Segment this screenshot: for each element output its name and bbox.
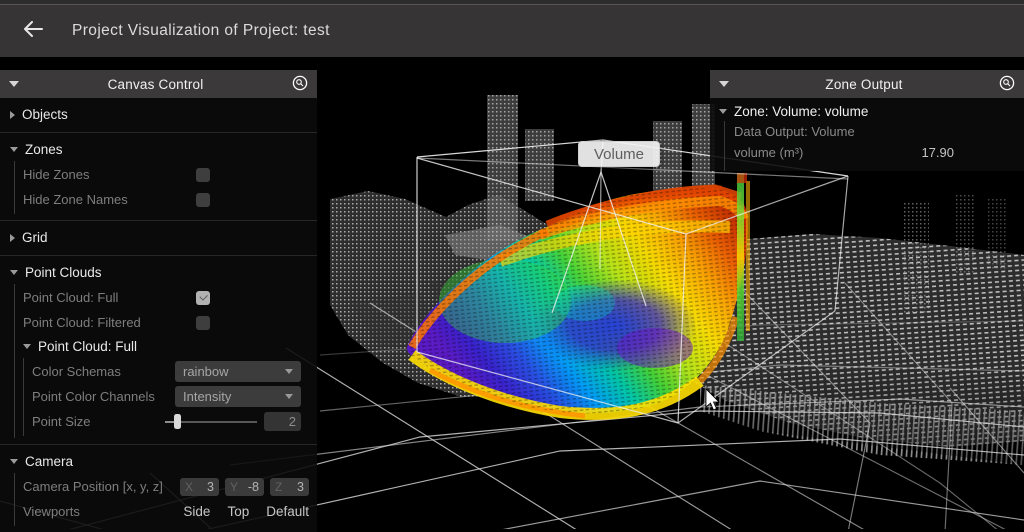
- viewport-default-button[interactable]: Default: [266, 504, 309, 519]
- chevron-down-icon: [10, 459, 18, 464]
- data-output-row: Data Output: Volume: [734, 121, 1016, 142]
- camera-z-input[interactable]: Z 3: [270, 478, 309, 496]
- canvas-control-header[interactable]: Canvas Control: [0, 70, 317, 98]
- point-size-slider[interactable]: [165, 414, 257, 429]
- zones-section: Zones Hide Zones Hide Zone Names: [0, 133, 317, 221]
- zone-output-header[interactable]: Zone Output: [710, 70, 1024, 98]
- point-cloud-full-label: Point Cloud: Full: [23, 290, 196, 305]
- camera-x-input[interactable]: X 3: [180, 478, 219, 496]
- point-cloud-filtered-label: Point Cloud: Filtered: [23, 315, 196, 330]
- viewport-side-button[interactable]: Side: [183, 504, 210, 519]
- point-color-channels-label: Point Color Channels: [32, 389, 175, 404]
- volume-metric-row: volume (m³) 17.90: [734, 142, 1016, 163]
- back-button[interactable]: [18, 16, 48, 46]
- volume-metric-label: volume (m³): [734, 145, 803, 160]
- zone-output-title: Zone Output: [729, 77, 999, 92]
- back-arrow-icon: [23, 21, 43, 42]
- camera-section: Camera Camera Position [x, y, z] X 3 Y -…: [0, 445, 317, 532]
- hide-zones-checkbox[interactable]: [196, 168, 210, 182]
- hide-zone-names-row: Hide Zone Names: [23, 187, 309, 212]
- viewport-top-button[interactable]: Top: [227, 504, 249, 519]
- collapse-panel-icon[interactable]: [719, 81, 729, 87]
- color-schemas-label: Color Schemas: [32, 364, 175, 379]
- camera-section-toggle[interactable]: Camera: [0, 450, 317, 473]
- chevron-down-icon: [719, 109, 727, 114]
- point-cloud-full-subsection-toggle[interactable]: Point Cloud: Full: [23, 335, 309, 358]
- slider-handle[interactable]: [174, 414, 181, 429]
- canvas-control-title: Canvas Control: [19, 77, 292, 92]
- point-cloud-filtered-row: Point Cloud: Filtered: [23, 310, 309, 335]
- viewports-label: Viewports: [23, 504, 166, 519]
- grid-section-toggle[interactable]: Grid: [0, 226, 317, 249]
- chevron-down-icon: [10, 147, 18, 152]
- title-bar: Project Visualization of Project: test: [0, 5, 1024, 57]
- focus-search-icon[interactable]: [292, 75, 308, 94]
- point-size-value[interactable]: 2: [264, 412, 301, 431]
- camera-position-label: Camera Position [x, y, z]: [23, 479, 174, 494]
- focus-search-icon[interactable]: [999, 75, 1015, 94]
- chevron-right-icon: [10, 111, 15, 119]
- chevron-down-icon: [10, 270, 18, 275]
- zone-volume-toggle[interactable]: Zone: Volume: volume: [710, 98, 1024, 121]
- hide-zone-names-label: Hide Zone Names: [23, 192, 196, 207]
- select-caret-icon: [285, 369, 293, 374]
- objects-section: Objects: [0, 98, 317, 133]
- zone-name-label: Volume: [578, 141, 660, 167]
- volume-metric-value: 17.90: [921, 145, 954, 160]
- canvas-control-panel: Canvas Control Objects Zones Hide Zone: [0, 70, 317, 532]
- camera-y-input[interactable]: Y -8: [225, 478, 264, 496]
- hide-zones-label: Hide Zones: [23, 167, 196, 182]
- point-clouds-section: Point Clouds Point Cloud: Full Point Clo…: [0, 256, 317, 445]
- viewports-row: Viewports Side Top Default: [23, 499, 309, 524]
- point-size-label: Point Size: [32, 414, 165, 429]
- chevron-right-icon: [10, 234, 15, 242]
- zone-output-panel: Zone Output Zone: Volume: volume Data Ou…: [710, 70, 1024, 171]
- camera-position-row: Camera Position [x, y, z] X 3 Y -8 Z 3: [23, 474, 309, 499]
- point-cloud-filtered-checkbox[interactable]: [196, 316, 210, 330]
- point-clouds-section-toggle[interactable]: Point Clouds: [0, 261, 317, 284]
- point-color-channels-select[interactable]: Intensity: [175, 386, 301, 407]
- zones-section-toggle[interactable]: Zones: [0, 138, 317, 161]
- point-cloud-full-row: Point Cloud: Full: [23, 285, 309, 310]
- page-title: Project Visualization of Project: test: [72, 22, 330, 40]
- color-schemas-row: Color Schemas rainbow: [32, 359, 301, 384]
- point-size-row: Point Size 2: [32, 409, 301, 434]
- point-cloud-full-checkbox[interactable]: [196, 291, 210, 305]
- objects-section-toggle[interactable]: Objects: [0, 103, 317, 126]
- chevron-down-icon: [23, 344, 31, 349]
- color-schemas-select[interactable]: rainbow: [175, 361, 301, 382]
- select-caret-icon: [285, 394, 293, 399]
- point-color-channels-row: Point Color Channels Intensity: [32, 384, 301, 409]
- hide-zone-names-checkbox[interactable]: [196, 193, 210, 207]
- hide-zones-row: Hide Zones: [23, 162, 309, 187]
- collapse-panel-icon[interactable]: [9, 81, 19, 87]
- grid-section: Grid: [0, 221, 317, 256]
